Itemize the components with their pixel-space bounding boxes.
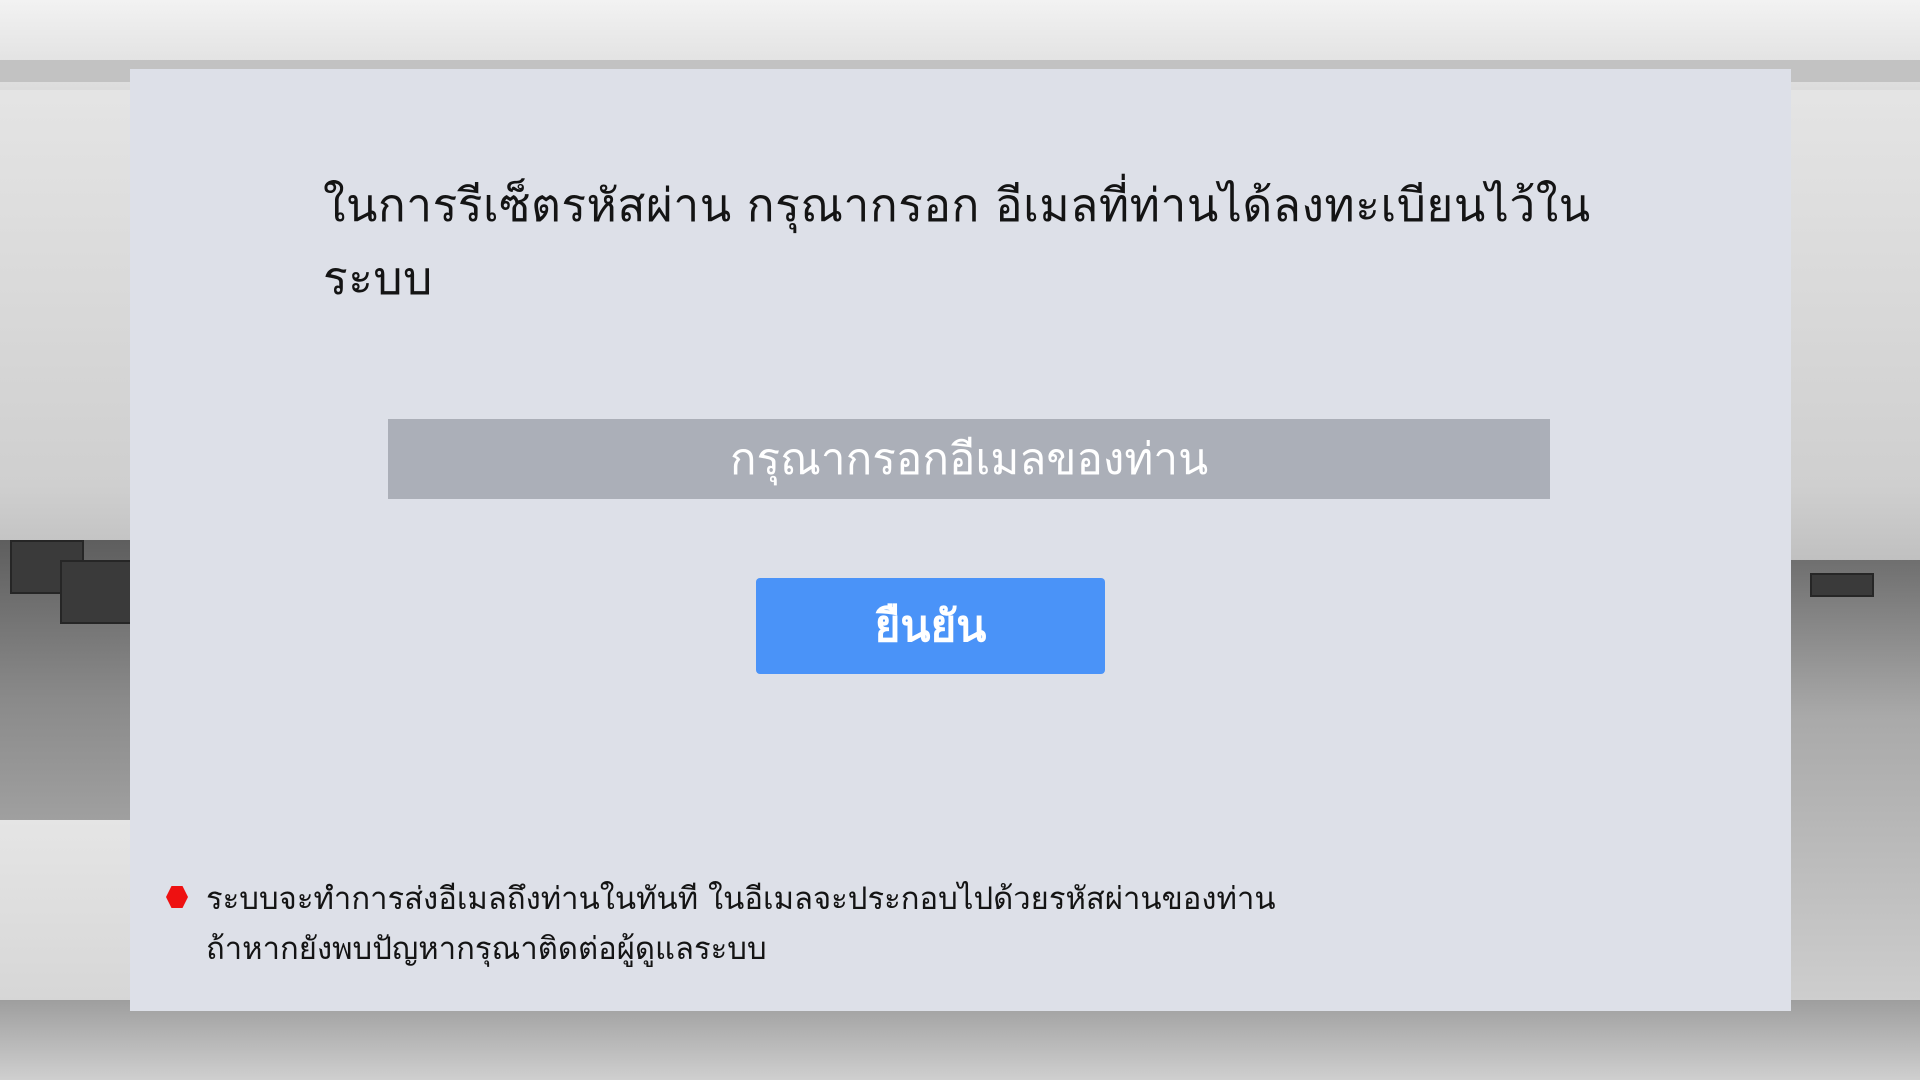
page-title: ในการรีเซ็ตรหัสผ่าน กรุณากรอก อีเมลที่ท่… bbox=[130, 169, 1791, 315]
info-note-line-1: ระบบจะทำการส่งอีเมลถึงท่านในทันที ในอีเม… bbox=[206, 881, 1276, 917]
info-note-line-2: ถ้าหากยังพบปัญหากรุณาติดต่อผู้ดูแลระบบ bbox=[206, 931, 767, 967]
email-input[interactable] bbox=[388, 419, 1550, 499]
red-hexagon-bullet-icon bbox=[166, 886, 188, 908]
background-monitor bbox=[60, 560, 134, 624]
confirm-button[interactable]: ยืนยัน bbox=[756, 578, 1105, 674]
reset-password-panel: ในการรีเซ็ตรหัสผ่าน กรุณากรอก อีเมลที่ท่… bbox=[130, 69, 1791, 1011]
background-monitor bbox=[1810, 573, 1874, 597]
info-note-text: ระบบจะทำการส่งอีเมลถึงท่านในทันที ในอีเม… bbox=[206, 874, 1276, 974]
page-title-text: ในการรีเซ็ตรหัสผ่าน กรุณากรอก อีเมลที่ท่… bbox=[323, 178, 1591, 305]
background-floor bbox=[0, 1000, 1920, 1080]
